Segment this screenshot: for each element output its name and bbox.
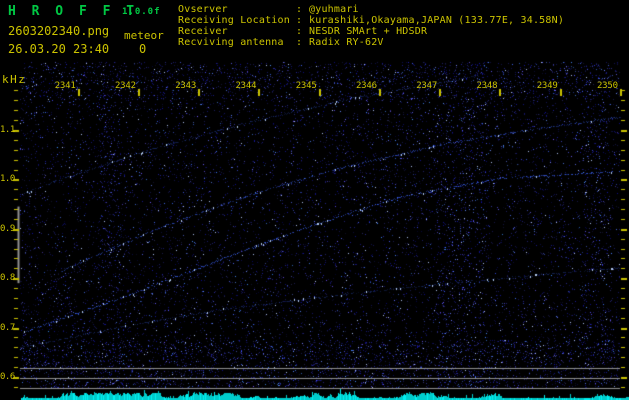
info-separator: : [296, 15, 303, 26]
time-tick-label: 2346 [355, 81, 377, 91]
freq-tick-label: 0.7 [0, 322, 15, 333]
time-tick-label: 2341 [54, 81, 76, 91]
time-tick-label: 2350 [596, 81, 618, 91]
app-title: H R O F F T [8, 4, 139, 19]
info-value: kurashiki,Okayama,JAPAN (133.77E, 34.58N… [309, 15, 565, 26]
info-label: Receiver [178, 26, 228, 37]
time-tick-label: 2344 [235, 81, 257, 91]
info-separator: : [296, 37, 303, 48]
info-separator: : [296, 26, 303, 37]
time-tick-label: 2348 [476, 81, 498, 91]
info-separator: : [296, 4, 303, 15]
hrofft-screen: H R O F F T 1.0.0f 2603202340.png meteor… [0, 0, 629, 400]
observer-info-block: Ovserver: @yuhmari Receiving Location: kura… [178, 4, 564, 48]
observer-info-row: Receiving Location: kurashiki,Okayama,JAP… [178, 15, 564, 26]
info-label: Recviving antenna [178, 37, 284, 48]
capture-datetime: 26.03.20 23:40 [8, 42, 110, 56]
info-value: Radix RY-62V [309, 37, 384, 48]
freq-axis-unit-label: kHz [2, 73, 27, 86]
info-value: @yuhmari [309, 4, 359, 15]
freq-tick-label: 1.0 [0, 174, 15, 185]
time-tick-label: 2349 [536, 81, 558, 91]
capture-filename: 2603202340.png [8, 24, 110, 38]
info-value: NESDR SMArt + HDSDR [309, 26, 428, 37]
time-tick-label: 2345 [295, 81, 317, 91]
spectrogram-canvas [0, 0, 629, 400]
freq-tick-label: 0.9 [0, 223, 15, 234]
info-label: Receiving Location [178, 15, 290, 26]
freq-tick-label: 1.1 [0, 125, 15, 135]
time-tick-label: 2343 [175, 81, 197, 91]
time-tick-label: 2342 [114, 81, 136, 91]
observer-info-row: Recviving antenna: Radix RY-62V [178, 37, 564, 48]
freq-tick-label: 0.6 [0, 372, 15, 382]
observer-info-row: Ovserver: @yuhmari [178, 4, 564, 15]
observer-info-row: Receiver: NESDR SMArt + HDSDR [178, 26, 564, 37]
meteor-count-label: meteor [124, 29, 164, 42]
app-version: 1.0.0f [122, 7, 161, 17]
info-label: Ovserver [178, 4, 228, 15]
freq-tick-label: 0.8 [0, 273, 15, 284]
time-tick-label: 2347 [416, 81, 438, 91]
meteor-count-value: 0 [139, 42, 147, 56]
